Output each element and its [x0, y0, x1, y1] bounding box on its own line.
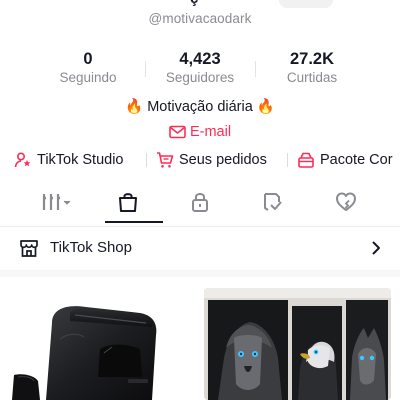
link-divider: [146, 153, 147, 167]
stat-following-value: 0: [83, 50, 93, 68]
profile-stats: 0 Seguindo 4,423 Seguidores 27.2K Curtid…: [0, 49, 400, 89]
grid-icon: [41, 192, 75, 217]
link-tiktok-studio-label: TikTok Studio: [37, 152, 124, 168]
heart-icon: [335, 191, 357, 218]
email-link[interactable]: E-mail: [0, 122, 400, 145]
tiktok-shop-label: TikTok Shop: [50, 239, 132, 256]
link-seus-pedidos-label: Seus pedidos: [179, 152, 267, 168]
stat-followers[interactable]: 4,423 Seguidores: [145, 49, 255, 87]
product-card-canvas-art[interactable]: [204, 288, 391, 400]
link-pacote[interactable]: Pacote Cor: [297, 149, 393, 171]
link-tiktok-studio[interactable]: TikTok Studio: [14, 149, 124, 171]
tab-shop[interactable]: [102, 186, 154, 222]
earbuds-product-image: [12, 306, 157, 400]
active-tab-indicator: [105, 221, 163, 223]
profile-tabs: [0, 186, 400, 224]
link-seus-pedidos[interactable]: Seus pedidos: [156, 149, 267, 171]
link-divider: [287, 153, 288, 167]
edit-profile-button[interactable]: [279, 0, 333, 8]
fire-emoji-right: 🔥: [256, 99, 275, 115]
tab-private[interactable]: [174, 186, 226, 222]
profile-name-fragment: ç: [190, 0, 198, 7]
canvas-art-product-image: [204, 288, 391, 400]
cart-icon: [156, 151, 174, 169]
tab-liked[interactable]: [320, 186, 372, 222]
stat-following[interactable]: 0 Seguindo: [33, 49, 143, 87]
tabs-divider: [0, 226, 400, 227]
stat-divider: [255, 61, 256, 77]
product-card-earbuds[interactable]: [0, 277, 198, 400]
lock-icon: [189, 191, 211, 218]
stat-likes[interactable]: 27.2K Curtidas: [257, 49, 367, 87]
person-star-icon: [14, 151, 32, 169]
profile-handle: @motivacaodark: [148, 11, 252, 26]
storefront-icon: [19, 238, 39, 263]
section-divider: [0, 270, 400, 277]
stat-followers-label: Seguidores: [165, 70, 235, 85]
stat-followers-value: 4,423: [179, 50, 221, 68]
repost-icon: [261, 191, 283, 218]
stat-likes-value: 27.2K: [289, 50, 335, 68]
profile-bio: 🔥 Motivação diária 🔥: [0, 97, 400, 117]
chevron-right-icon: [370, 240, 382, 261]
shopping-bag-icon: [117, 191, 139, 218]
email-label: E-mail: [189, 124, 232, 140]
stat-likes-label: Curtidas: [286, 70, 338, 85]
mail-icon: [169, 125, 186, 145]
link-pacote-label: Pacote Cor: [320, 152, 393, 168]
tiktok-shop-row[interactable]: TikTok Shop: [0, 234, 400, 262]
tab-videos-grid[interactable]: [32, 186, 84, 222]
bio-text: Motivação diária: [147, 99, 253, 115]
stat-following-label: Seguindo: [59, 70, 117, 85]
fire-emoji-left: 🔥: [125, 99, 144, 115]
package-icon: [297, 151, 315, 169]
tab-reposts[interactable]: [246, 186, 298, 222]
